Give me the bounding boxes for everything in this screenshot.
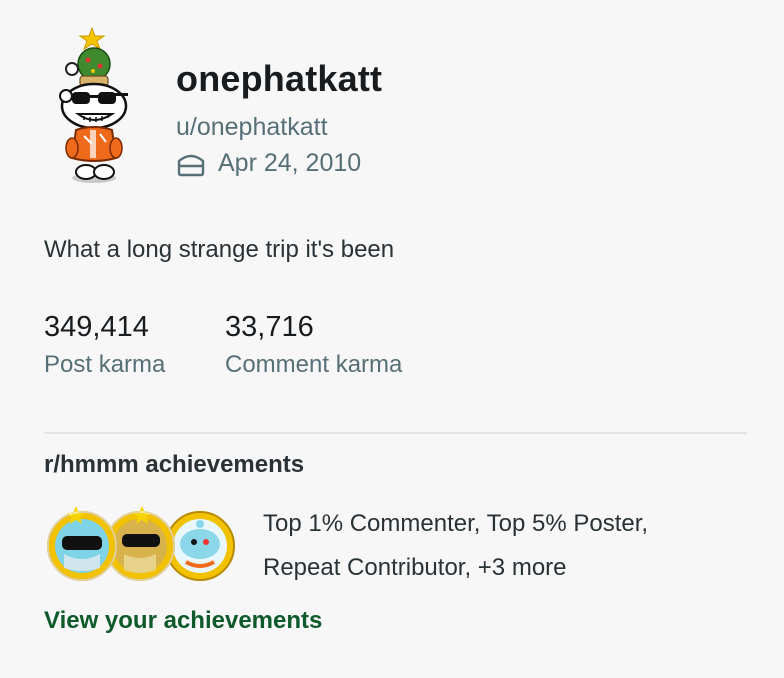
cake-icon bbox=[177, 154, 205, 177]
cake-day-date: Apr 24, 2010 bbox=[218, 148, 362, 177]
post-karma-stat: 349,414 Post karma bbox=[44, 310, 165, 380]
comment-karma-label: Comment karma bbox=[225, 351, 403, 378]
profile-bio: What a long strange trip it's been bbox=[44, 236, 395, 263]
avatar[interactable] bbox=[44, 26, 140, 188]
achievements-title: r/hmmm achievements bbox=[44, 451, 305, 478]
snoo-avatar-icon bbox=[59, 26, 128, 183]
top-commenter-badge-icon bbox=[47, 506, 117, 581]
username-handle: u/onephatkatt bbox=[176, 113, 328, 141]
post-karma-label: Post karma bbox=[44, 351, 166, 378]
post-karma-value: 349,414 bbox=[44, 311, 149, 343]
comment-karma-value: 33,716 bbox=[225, 311, 314, 343]
display-name: onephatkatt bbox=[176, 58, 383, 99]
profile-card: onephatkatt u/onephatkatt Apr 24, 2010 W… bbox=[0, 0, 784, 678]
achievements-description: Top 1% Commenter, Top 5% Poster, Repeat … bbox=[263, 502, 743, 590]
achievements-description-line: Top 1% Commenter, Top 5% Poster, bbox=[263, 510, 649, 537]
achievements-description-line: Repeat Contributor, +3 more bbox=[263, 554, 567, 581]
comment-karma-stat: 33,716 Comment karma bbox=[225, 310, 402, 380]
divider bbox=[44, 432, 747, 434]
view-achievements-link[interactable]: View your achievements bbox=[44, 607, 322, 635]
cake-day-row: Apr 24, 2010 bbox=[176, 146, 361, 180]
achievement-badges[interactable] bbox=[46, 500, 236, 588]
